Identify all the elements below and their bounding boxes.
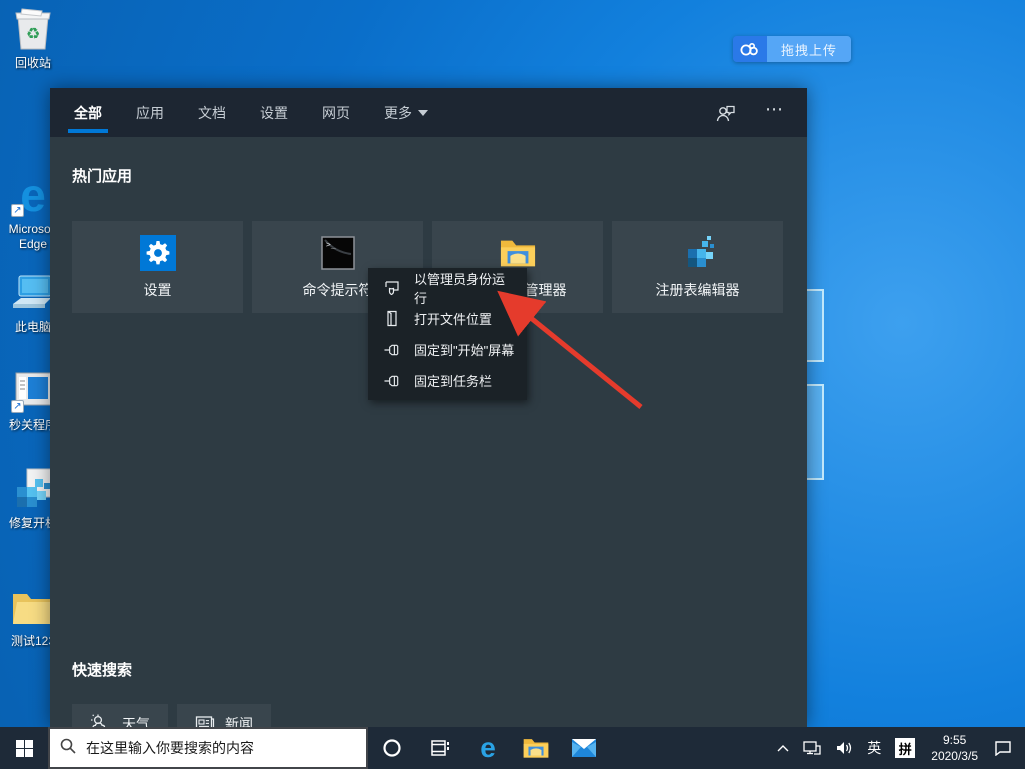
feedback-user-icon[interactable] — [715, 103, 737, 123]
shortcut-arrow-icon: ↗ — [11, 204, 24, 217]
tile-label: 设置 — [144, 280, 172, 300]
edge-taskbar-icon[interactable]: e — [464, 727, 512, 769]
wallpaper-window-pane — [805, 289, 824, 362]
tab-more[interactable]: 更多 — [382, 88, 430, 137]
tile-settings[interactable]: 设置 — [72, 221, 243, 313]
tab-label: 应用 — [136, 103, 164, 123]
tab-apps[interactable]: 应用 — [134, 88, 166, 137]
context-menu-item-pin-to-taskbar[interactable]: 固定到任务栏 — [368, 365, 527, 396]
clock-date: 2020/3/5 — [931, 748, 978, 764]
hot-apps-heading: 热门应用 — [72, 165, 807, 186]
taskbar: 在这里输入你要搜索的内容 e — [0, 727, 1025, 769]
netdisk-cloud-icon — [733, 36, 767, 62]
clock-time: 9:55 — [943, 732, 966, 748]
tray-language-indicator[interactable]: 英 — [860, 727, 888, 769]
search-flyout-panel: 全部 应用 文档 设置 网页 更多 ⋯ 热门应用 — [50, 88, 807, 727]
tab-web[interactable]: 网页 — [320, 88, 352, 137]
pin-icon — [384, 372, 401, 389]
action-center-icon[interactable] — [987, 727, 1019, 769]
run-as-admin-icon — [384, 279, 401, 296]
chevron-down-icon — [418, 110, 428, 116]
cortana-button[interactable] — [368, 727, 416, 769]
tab-settings[interactable]: 设置 — [258, 88, 290, 137]
search-icon — [60, 738, 76, 759]
context-menu-item-pin-to-start[interactable]: 固定到"开始"屏幕 — [368, 334, 527, 365]
shortcut-arrow-icon: ↗ — [11, 400, 24, 413]
open-file-location-icon — [384, 310, 401, 327]
cmd-terminal-icon: >_ — [320, 235, 356, 271]
mail-taskbar-icon[interactable] — [560, 727, 608, 769]
tile-label: 注册表编辑器 — [656, 280, 740, 300]
quick-search-heading: 快速搜索 — [72, 659, 807, 680]
tab-all[interactable]: 全部 — [72, 88, 104, 137]
search-tabstrip: 全部 应用 文档 设置 网页 更多 ⋯ — [50, 88, 807, 137]
tray-network-icon[interactable] — [796, 727, 828, 769]
desktop-icon-label: 回收站 — [0, 56, 66, 71]
context-menu-item-run-as-admin[interactable]: 以管理员身份运行 — [368, 272, 527, 303]
tile-registry-editor[interactable]: 注册表编辑器 — [612, 221, 783, 313]
context-menu-label: 以管理员身份运行 — [414, 269, 515, 307]
context-menu-item-open-file-location[interactable]: 打开文件位置 — [368, 303, 527, 334]
context-menu-label: 固定到"开始"屏幕 — [414, 340, 514, 359]
settings-gear-icon — [140, 235, 176, 271]
desktop-icon-recycle-bin[interactable]: ♻ 回收站 — [0, 6, 66, 94]
tile-label: 命令提示符 — [303, 280, 373, 300]
svg-text:>_: >_ — [326, 240, 336, 249]
context-menu-label: 固定到任务栏 — [414, 371, 492, 390]
tab-label: 设置 — [260, 103, 288, 123]
svg-text:♻: ♻ — [26, 26, 40, 43]
search-placeholder: 在这里输入你要搜索的内容 — [86, 738, 254, 758]
tab-label: 网页 — [322, 103, 350, 123]
tray-chevron-up-icon[interactable] — [770, 727, 796, 769]
registry-editor-icon — [680, 235, 716, 271]
tray-clock[interactable]: 9:55 2020/3/5 — [922, 732, 987, 764]
context-menu-label: 打开文件位置 — [414, 309, 492, 328]
context-menu: 以管理员身份运行 打开文件位置 固定到"开始"屏幕 — [368, 268, 527, 400]
recycle-bin-icon: ♻ — [10, 6, 56, 52]
tray-volume-icon[interactable] — [828, 727, 860, 769]
wallpaper-window-pane — [805, 384, 824, 480]
file-explorer-icon — [500, 235, 536, 271]
drag-upload-widget[interactable]: 拖拽上传 — [733, 36, 851, 62]
more-options-icon[interactable]: ⋯ — [765, 104, 785, 122]
taskbar-search-box[interactable]: 在这里输入你要搜索的内容 — [48, 727, 368, 769]
ime-badge: 拼 — [895, 738, 915, 758]
tab-label: 更多 — [384, 103, 412, 123]
pin-icon — [384, 341, 401, 358]
task-view-button[interactable] — [416, 727, 464, 769]
file-explorer-taskbar-icon[interactable] — [512, 727, 560, 769]
system-tray: 英 拼 9:55 2020/3/5 — [770, 727, 1025, 769]
tray-ime-indicator[interactable]: 拼 — [888, 727, 922, 769]
drag-upload-label: 拖拽上传 — [767, 36, 851, 62]
start-button[interactable] — [0, 727, 48, 769]
tab-label: 文档 — [198, 103, 226, 123]
tab-documents[interactable]: 文档 — [196, 88, 228, 137]
tab-label: 全部 — [74, 103, 102, 123]
